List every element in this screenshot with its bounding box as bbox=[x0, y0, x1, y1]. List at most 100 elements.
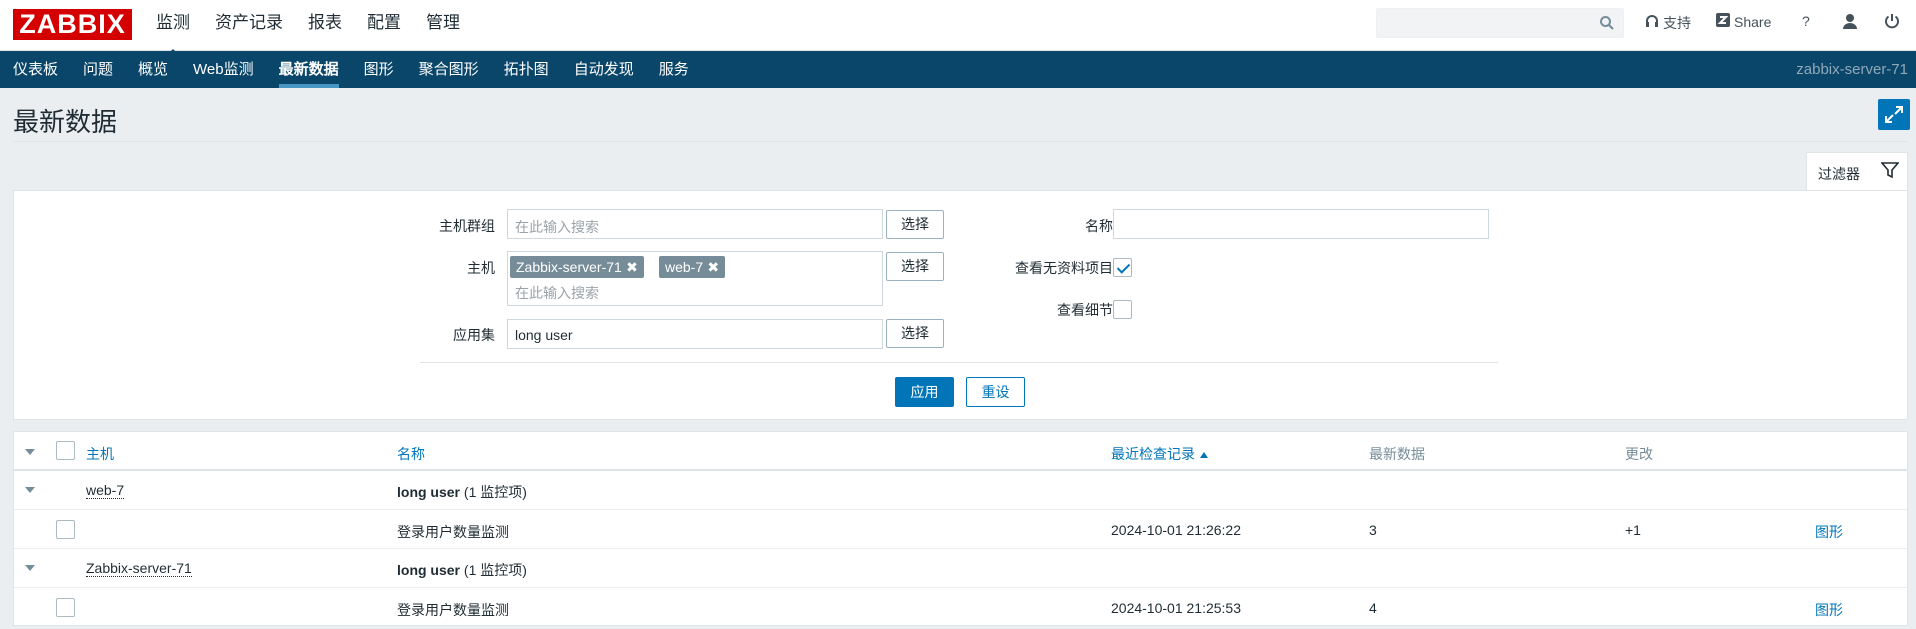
show-details-label: 查看细节 bbox=[1057, 302, 1113, 318]
server-name: zabbix-server-71 bbox=[1796, 61, 1908, 78]
main-menu-monitoring[interactable]: 监测 bbox=[156, 0, 190, 57]
show-items-without-data-checkbox[interactable] bbox=[1113, 258, 1132, 277]
search-icon[interactable] bbox=[1599, 15, 1615, 34]
host-tag-label: Zabbix-server-71 bbox=[516, 259, 622, 275]
item-last-value: 3 bbox=[1369, 522, 1377, 538]
main-menu-configuration[interactable]: 配置 bbox=[367, 0, 401, 51]
show-items-without-data-label: 查看无资料项目 bbox=[1015, 260, 1113, 276]
application-group: long user (1 监控项) bbox=[397, 482, 527, 502]
support-label: 支持 bbox=[1663, 15, 1691, 31]
subnav-services[interactable]: 服务 bbox=[659, 51, 689, 88]
application-input[interactable]: long user bbox=[507, 319, 883, 349]
logout-icon[interactable] bbox=[1884, 13, 1900, 29]
column-host[interactable]: 主机 bbox=[86, 444, 114, 464]
headset-icon bbox=[1645, 14, 1659, 32]
select-all-checkbox[interactable] bbox=[56, 441, 75, 460]
host-tag: web-7 ✖ bbox=[659, 256, 726, 278]
subnav-web[interactable]: Web监测 bbox=[193, 51, 254, 88]
host-group-select-button[interactable]: 选择 bbox=[886, 210, 944, 239]
sort-ascending-icon bbox=[1200, 452, 1208, 458]
subnav-overview[interactable]: 概览 bbox=[138, 51, 168, 88]
latest-data-table: 主机 名称 最近检查记录 最新数据 更改 web-7 long user (1 … bbox=[13, 431, 1908, 626]
table-row: Zabbix-server-71 long user (1 监控项) bbox=[14, 550, 1907, 588]
global-search-input[interactable] bbox=[1376, 8, 1624, 38]
fullscreen-button[interactable] bbox=[1878, 99, 1910, 130]
item-last-check: 2024-10-01 21:26:22 bbox=[1111, 522, 1241, 538]
subnav-discovery[interactable]: 自动发现 bbox=[574, 51, 634, 88]
reset-button[interactable]: 重设 bbox=[966, 377, 1025, 407]
application-name: long user bbox=[397, 562, 461, 578]
subnav-problems[interactable]: 问题 bbox=[83, 51, 113, 88]
apply-button[interactable]: 应用 bbox=[895, 377, 954, 407]
item-last-check: 2024-10-01 21:25:53 bbox=[1111, 600, 1241, 616]
host-multiselect[interactable]: Zabbix-server-71 ✖ web-7 ✖ 在此输入搜索 bbox=[507, 251, 883, 306]
host-label: 主机 bbox=[467, 260, 495, 276]
main-menu-reports[interactable]: 报表 bbox=[308, 0, 342, 51]
application-count: (1 监控项) bbox=[463, 562, 527, 578]
application-select-button[interactable]: 选择 bbox=[886, 319, 944, 348]
name-label: 名称 bbox=[1085, 218, 1113, 234]
subnav-screens[interactable]: 聚合图形 bbox=[419, 51, 479, 88]
column-last-value: 最新数据 bbox=[1369, 446, 1425, 462]
name-input[interactable] bbox=[1113, 209, 1489, 239]
host-tag: Zabbix-server-71 ✖ bbox=[510, 256, 644, 278]
host-link[interactable]: web-7 bbox=[86, 482, 125, 499]
main-menu-inventory[interactable]: 资产记录 bbox=[215, 0, 283, 51]
form-divider bbox=[420, 362, 1498, 363]
zabbix-logo[interactable]: ZABBIX bbox=[13, 9, 132, 40]
application-value: long user bbox=[515, 327, 573, 343]
share-z-icon bbox=[1716, 13, 1730, 30]
table-row: web-7 long user (1 监控项) bbox=[14, 472, 1907, 510]
host-group-label: 主机群组 bbox=[439, 218, 495, 234]
application-label: 应用集 bbox=[453, 327, 495, 343]
help-icon[interactable]: ? bbox=[1802, 13, 1810, 29]
top-bar: ZABBIX 监测 资产记录 报表 配置 管理 支持 Share ? bbox=[0, 0, 1916, 57]
support-link[interactable]: 支持 bbox=[1645, 13, 1691, 33]
host-link[interactable]: Zabbix-server-71 bbox=[86, 560, 192, 577]
subnav-graphs[interactable]: 图形 bbox=[364, 51, 394, 88]
graph-link[interactable]: 图形 bbox=[1815, 522, 1843, 542]
graph-link[interactable]: 图形 bbox=[1815, 600, 1843, 620]
application-count: (1 监控项) bbox=[463, 484, 527, 500]
page-title: 最新数据 bbox=[13, 107, 118, 137]
host-select-button[interactable]: 选择 bbox=[886, 252, 944, 281]
share-label: Share bbox=[1734, 13, 1772, 30]
filter-tab[interactable]: 过滤器 bbox=[1806, 152, 1908, 191]
column-last-check[interactable]: 最近检查记录 bbox=[1111, 444, 1208, 464]
host-group-input[interactable]: 在此输入搜索 bbox=[507, 209, 883, 239]
item-checkbox[interactable] bbox=[56, 520, 75, 539]
subnav-dashboard[interactable]: 仪表板 bbox=[13, 51, 58, 88]
sub-navigation: 仪表板 问题 概览 Web监测 最新数据 图形 聚合图形 拓扑图 自动发现 服务… bbox=[0, 51, 1916, 88]
column-name[interactable]: 名称 bbox=[397, 444, 425, 464]
item-last-value: 4 bbox=[1369, 600, 1377, 616]
application-name: long user bbox=[397, 484, 461, 500]
share-link[interactable]: Share bbox=[1716, 13, 1771, 30]
main-menu: 监测 资产记录 报表 配置 管理 bbox=[156, 0, 485, 57]
collapse-all-icon[interactable] bbox=[25, 449, 35, 455]
filter-panel: 主机群组 在此输入搜索 选择 主机 Zabbix-server-71 ✖ web… bbox=[13, 190, 1908, 420]
application-group: long user (1 监控项) bbox=[397, 560, 527, 580]
remove-tag-icon[interactable]: ✖ bbox=[626, 256, 638, 278]
item-checkbox[interactable] bbox=[56, 598, 75, 617]
collapse-host-icon[interactable] bbox=[25, 565, 35, 571]
funnel-icon bbox=[1880, 161, 1900, 182]
table-row: 登录用户数量监测 2024-10-01 21:25:53 4 图形 bbox=[14, 589, 1907, 626]
user-profile-icon[interactable] bbox=[1842, 13, 1858, 29]
remove-tag-icon[interactable]: ✖ bbox=[707, 256, 719, 278]
subnav-latest-data[interactable]: 最新数据 bbox=[278, 51, 339, 88]
subnav-maps[interactable]: 拓扑图 bbox=[504, 51, 549, 88]
show-details-checkbox[interactable] bbox=[1113, 300, 1132, 319]
collapse-host-icon[interactable] bbox=[25, 487, 35, 493]
column-change: 更改 bbox=[1625, 446, 1653, 462]
item-change: +1 bbox=[1625, 522, 1641, 538]
item-name: 登录用户数量监测 bbox=[397, 602, 509, 618]
expand-icon bbox=[1878, 106, 1910, 133]
item-name: 登录用户数量监测 bbox=[397, 524, 509, 540]
main-menu-administration[interactable]: 管理 bbox=[426, 0, 460, 51]
filter-tab-label: 过滤器 bbox=[1818, 166, 1860, 182]
column-last-check-label: 最近检查记录 bbox=[1111, 446, 1195, 462]
host-group-placeholder: 在此输入搜索 bbox=[515, 219, 599, 235]
table-header: 主机 名称 最近检查记录 最新数据 更改 bbox=[14, 432, 1907, 471]
host-tag-label: web-7 bbox=[665, 259, 704, 275]
title-divider bbox=[13, 141, 1908, 142]
